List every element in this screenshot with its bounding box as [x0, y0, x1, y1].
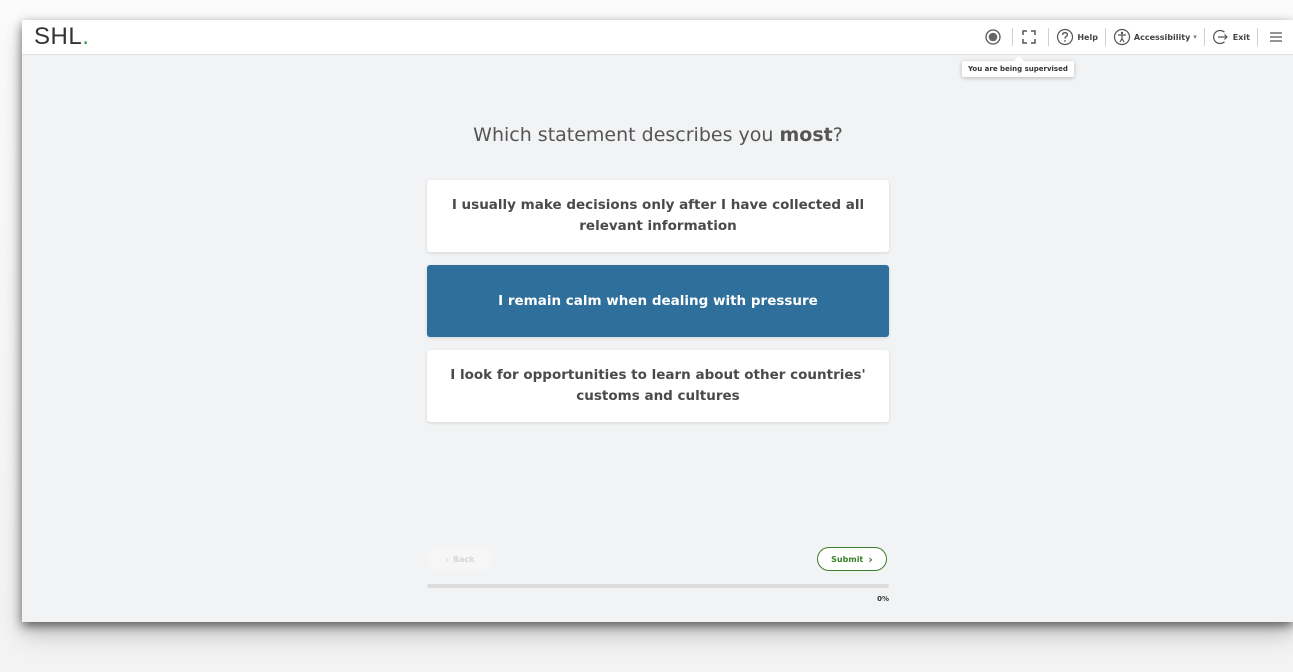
- top-bar: SHL. Help Accessibility ▾ Exit: [22, 20, 1293, 55]
- fullscreen-button[interactable]: [1013, 20, 1048, 54]
- logo-dot: .: [82, 23, 90, 50]
- answer-option-2[interactable]: I remain calm when dealing with pressure: [427, 265, 889, 337]
- toolbar: Help Accessibility ▾ Exit: [977, 20, 1293, 54]
- accessibility-icon: [1113, 28, 1131, 46]
- exit-button[interactable]: Exit: [1205, 20, 1257, 54]
- logo-text: SHL: [34, 23, 83, 50]
- shl-logo: SHL.: [34, 23, 89, 51]
- help-button[interactable]: Help: [1049, 20, 1105, 54]
- answer-option-text: I look for opportunities to learn about …: [450, 367, 866, 404]
- menu-icon: [1270, 32, 1282, 42]
- accessibility-label: Accessibility: [1133, 32, 1191, 42]
- question-emphasis: most: [779, 124, 833, 146]
- assessment-window: SHL. Help Accessibility ▾ Exit You are b…: [22, 20, 1293, 622]
- supervision-record-button[interactable]: [977, 20, 1012, 54]
- record-icon: [985, 29, 1001, 45]
- help-icon: [1057, 28, 1074, 46]
- answer-option-1[interactable]: I usually make decisions only after I ha…: [427, 180, 889, 252]
- answer-option-text: I usually make decisions only after I ha…: [451, 197, 865, 234]
- chevron-down-icon: ▾: [1193, 33, 1197, 41]
- fullscreen-icon: [1022, 30, 1037, 44]
- accessibility-menu-button[interactable]: Accessibility ▾: [1106, 20, 1204, 54]
- chevron-left-icon: ‹: [445, 554, 449, 564]
- supervision-tooltip: You are being supervised: [962, 56, 1074, 77]
- exit-label: Exit: [1232, 32, 1250, 42]
- question-suffix: ?: [832, 124, 843, 146]
- question-heading: Which statement describes you most?: [427, 124, 889, 146]
- submit-label: Submit: [831, 554, 864, 564]
- progress-bar: [427, 584, 889, 588]
- exit-icon: [1212, 29, 1228, 45]
- back-label: Back: [452, 554, 475, 564]
- answer-option-text: I remain calm when dealing with pressure: [498, 292, 818, 309]
- submit-button[interactable]: Submit ›: [817, 547, 887, 571]
- progress-label: 0%: [877, 595, 889, 603]
- main-menu-button[interactable]: [1258, 20, 1293, 54]
- help-label: Help: [1077, 32, 1098, 42]
- chevron-right-icon: ›: [868, 552, 873, 566]
- back-button[interactable]: ‹ Back: [427, 547, 493, 571]
- question-prefix: Which statement describes you: [473, 124, 780, 146]
- answer-option-3[interactable]: I look for opportunities to learn about …: [427, 350, 889, 422]
